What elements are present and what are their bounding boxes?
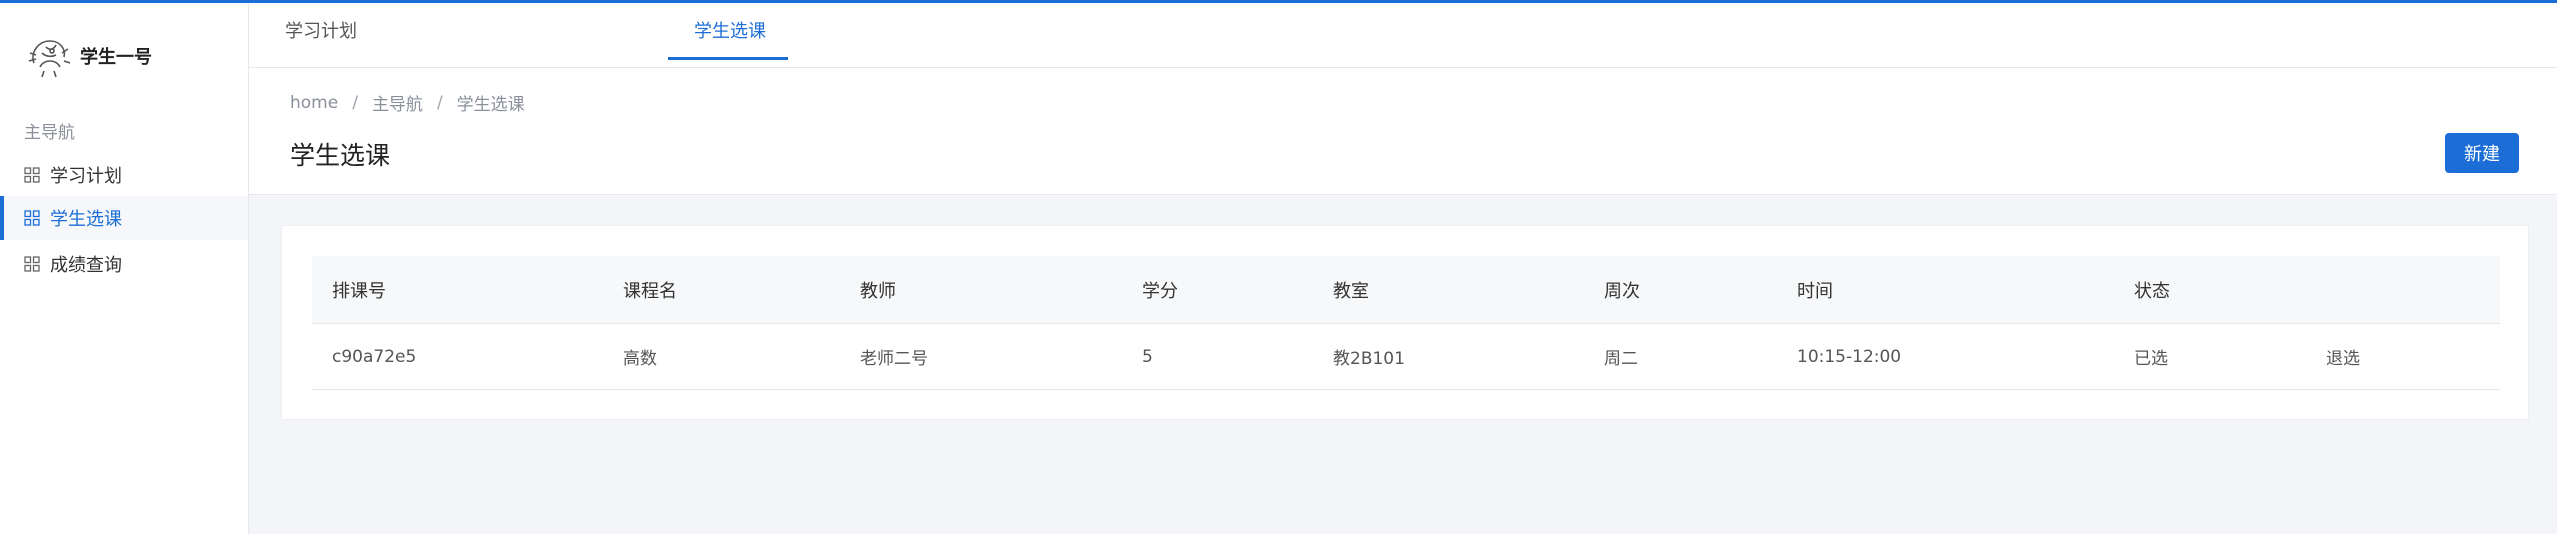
column-header-week: 周次 <box>1604 280 1640 302</box>
drop-course-link[interactable]: 退选 <box>2326 324 2360 389</box>
column-header-time: 时间 <box>1797 280 1833 302</box>
tab-label: 学习计划 <box>285 21 357 42</box>
cell-course-name: 高数 <box>623 349 657 369</box>
grid-icon <box>24 167 40 183</box>
breadcrumb-current: 学生选课 <box>456 95 525 115</box>
cell-schedule-id: c90a72e5 <box>332 346 417 367</box>
column-header-course-name: 课程名 <box>623 280 677 302</box>
breadcrumb-separator: / <box>436 92 443 113</box>
grid-icon <box>24 256 40 272</box>
sidebar-item-label: 学习计划 <box>50 166 122 187</box>
column-header-teacher: 教师 <box>860 280 896 302</box>
cell-status: 已选 <box>2134 349 2168 369</box>
cell-credits: 5 <box>1142 346 1153 367</box>
breadcrumb-home[interactable]: home <box>290 93 338 113</box>
page-title: 学生选课 <box>290 141 391 170</box>
sidebar-item-study-plan[interactable]: 学习计划 <box>0 153 248 197</box>
tab-label: 学生选课 <box>694 21 766 42</box>
new-button[interactable]: 新建 <box>2445 133 2519 173</box>
column-header-credits: 学分 <box>1142 280 1178 302</box>
grid-icon <box>24 210 40 226</box>
page-header: home / 主导航 / 学生选课 学生选课 新建 <box>249 68 2557 195</box>
breadcrumb: home / 主导航 / 学生选课 <box>290 90 525 116</box>
column-header-status: 状态 <box>2134 280 2170 302</box>
cell-week: 周二 <box>1604 349 1638 369</box>
table-row: c90a72e5 高数 老师二号 5 教2B101 周二 10:15-12:00… <box>312 324 2500 390</box>
column-header-classroom: 教室 <box>1333 280 1369 302</box>
cell-classroom: 教2B101 <box>1333 349 1405 369</box>
sidebar: 学生一号 主导航 学习计划 学生选课 成绩查询 <box>0 3 249 534</box>
course-table: 排课号 课程名 教师 学分 教室 周次 时间 状态 c90a72e5 高数 老师… <box>312 256 2500 390</box>
active-tab-indicator <box>668 57 788 60</box>
sidebar-item-course-selection[interactable]: 学生选课 <box>0 196 248 240</box>
nav-group-label: 主导航 <box>24 123 75 143</box>
brand[interactable]: 学生一号 <box>26 29 152 83</box>
tab-course-selection[interactable]: 学生选课 <box>694 3 766 57</box>
tab-study-plan[interactable]: 学习计划 <box>285 3 357 57</box>
cell-time: 10:15-12:00 <box>1797 346 1902 367</box>
course-table-card: 排课号 课程名 教师 学分 教室 周次 时间 状态 c90a72e5 高数 老师… <box>281 225 2529 420</box>
table-header-row: 排课号 课程名 教师 学分 教室 周次 时间 状态 <box>312 256 2500 324</box>
breadcrumb-main-nav[interactable]: 主导航 <box>372 90 423 115</box>
sidebar-item-label: 成绩查询 <box>50 255 122 276</box>
column-header-schedule-id: 排课号 <box>332 280 386 302</box>
cell-teacher: 老师二号 <box>860 349 928 369</box>
sidebar-item-label: 学生选课 <box>50 209 122 230</box>
breadcrumb-separator: / <box>352 92 358 113</box>
sidebar-item-grade-query[interactable]: 成绩查询 <box>0 242 248 286</box>
dragon-logo-icon <box>28 40 71 78</box>
brand-name: 学生一号 <box>80 47 152 68</box>
top-tab-bar: 学习计划 学生选课 <box>249 3 2557 68</box>
